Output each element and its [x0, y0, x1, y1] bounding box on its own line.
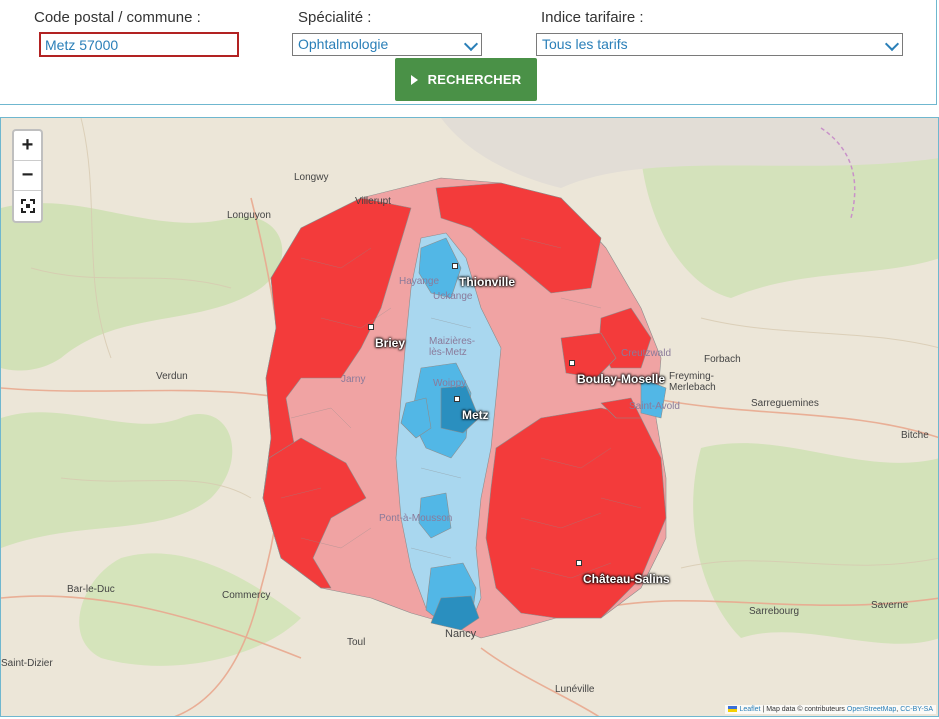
map-attribution: Leaflet | Map data © contributeurs OpenS…	[725, 705, 936, 714]
place-label-briey: Briey	[375, 336, 406, 350]
city-marker	[569, 360, 575, 366]
tariff-value: Tous les tarifs	[542, 36, 628, 52]
place-label: Forbach	[704, 354, 741, 365]
place-label: Commercy	[222, 590, 271, 601]
place-label: Lunéville	[555, 684, 595, 695]
fullscreen-button[interactable]	[14, 191, 41, 220]
search-button[interactable]: RECHERCHER	[395, 58, 537, 101]
place-label-nancy: Nancy	[445, 628, 477, 640]
place-label: Longuyon	[227, 210, 271, 221]
specialty-select[interactable]: Ophtalmologie	[292, 33, 482, 56]
zoom-out-button[interactable]: −	[14, 161, 41, 191]
city-marker	[452, 263, 458, 269]
city-marker	[576, 560, 582, 566]
place-label: Woippy	[433, 378, 467, 389]
place-label: Bitche	[901, 430, 929, 441]
place-label-metz: Metz	[462, 408, 489, 422]
city-marker	[454, 396, 460, 402]
specialty-value: Ophtalmologie	[298, 36, 389, 52]
postal-code-input[interactable]	[39, 32, 239, 57]
play-icon	[410, 75, 418, 85]
place-label: Sarrebourg	[749, 606, 800, 617]
place-label: Freyming-Merlebach	[669, 371, 716, 393]
ukraine-flag-icon	[728, 706, 738, 712]
map-container[interactable]: + − Longwy Villerupt Longuyon Thionville…	[0, 117, 939, 717]
place-label: Jarny	[341, 374, 366, 385]
tariff-select[interactable]: Tous les tarifs	[536, 33, 903, 56]
tariff-label: Indice tarifaire :	[541, 9, 644, 26]
osm-link[interactable]: OpenStreetMap	[847, 706, 896, 713]
place-label: Longwy	[294, 172, 329, 183]
license-link[interactable]: CC-BY-SA	[900, 706, 933, 713]
place-label: Maizières-lès-Metz	[429, 336, 476, 358]
postal-code-label: Code postal / commune :	[34, 9, 201, 26]
place-label-thionville: Thionville	[459, 275, 516, 289]
place-label: Saint-Avold	[629, 401, 680, 412]
zoom-in-button[interactable]: +	[14, 131, 41, 161]
place-label: Verdun	[156, 371, 188, 382]
place-label: Hayange	[399, 276, 440, 287]
place-label: Toul	[347, 637, 366, 648]
place-label: Villerupt	[355, 196, 391, 207]
place-label: Uckange	[433, 291, 473, 302]
specialty-label: Spécialité :	[298, 9, 372, 26]
search-button-label: RECHERCHER	[427, 72, 522, 87]
place-label: Bar-le-Duc	[67, 584, 115, 595]
attribution-text: | Map data © contributeurs	[760, 706, 847, 713]
place-label: Creutzwald	[621, 348, 672, 359]
search-form: Code postal / commune : Spécialité : Oph…	[0, 0, 937, 105]
place-label-chateau-salins: Château-Salins	[583, 572, 670, 586]
place-label-boulay: Boulay-Moselle	[577, 372, 666, 386]
leaflet-link[interactable]: Leaflet	[739, 706, 760, 713]
place-label: Saint-Dizier	[1, 658, 53, 669]
place-label: Saverne	[871, 600, 909, 611]
fullscreen-icon	[20, 198, 35, 213]
zoom-control: + −	[12, 129, 43, 223]
city-marker	[368, 324, 374, 330]
place-label: Sarreguemines	[751, 398, 819, 409]
place-label: Pont-à-Mousson	[379, 513, 453, 524]
